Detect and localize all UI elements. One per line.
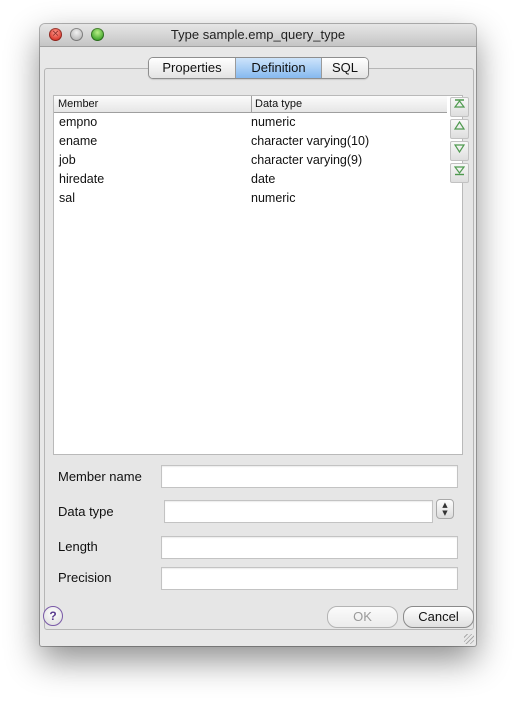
cell-member: job	[59, 153, 76, 167]
column-header-member[interactable]: Member	[54, 96, 252, 112]
move-down-button[interactable]	[450, 141, 469, 161]
length-input[interactable]	[161, 536, 458, 559]
move-up-button[interactable]	[450, 119, 469, 139]
move-top-button[interactable]	[450, 97, 469, 117]
members-table[interactable]: Member Data type empno numeric ename cha…	[53, 95, 463, 455]
resize-grip[interactable]	[464, 634, 474, 644]
move-bottom-icon	[453, 166, 466, 176]
table-row[interactable]: job character varying(9)	[54, 151, 447, 170]
table-row[interactable]: sal numeric	[54, 189, 447, 208]
cell-member: ename	[59, 134, 98, 148]
move-bottom-button[interactable]	[450, 163, 469, 183]
cell-member: sal	[59, 191, 75, 205]
tab-bar: Properties Definition SQL	[148, 57, 369, 79]
data-type-stepper[interactable]: ▲ ▼	[436, 499, 454, 519]
precision-label: Precision	[58, 570, 112, 585]
data-type-label: Data type	[58, 504, 114, 519]
cell-data-type: numeric	[251, 191, 296, 205]
cell-data-type: date	[251, 172, 276, 186]
help-button[interactable]: ?	[43, 606, 63, 626]
tab-definition[interactable]: Definition	[236, 58, 322, 78]
table-body: empno numeric ename character varying(10…	[54, 113, 447, 208]
table-row[interactable]: hiredate date	[54, 170, 447, 189]
tab-properties[interactable]: Properties	[149, 58, 236, 78]
table-row[interactable]: ename character varying(10)	[54, 132, 447, 151]
cell-data-type: character varying(9)	[251, 153, 363, 167]
member-name-input[interactable]	[161, 465, 458, 488]
move-up-icon	[453, 120, 466, 130]
data-type-combo[interactable]	[164, 500, 433, 523]
dialog-window: × Type sample.emp_query_type Properties …	[40, 24, 476, 646]
title-bar: × Type sample.emp_query_type	[40, 24, 476, 47]
window-title: Type sample.emp_query_type	[170, 27, 346, 42]
cell-data-type: character varying(10)	[251, 134, 370, 148]
table-header: Member Data type	[54, 96, 447, 113]
cell-member: empno	[59, 115, 98, 129]
move-top-icon	[453, 99, 466, 108]
cell-data-type: numeric	[251, 115, 296, 129]
ok-button[interactable]: OK	[327, 606, 398, 628]
tab-sql[interactable]: SQL	[322, 58, 368, 78]
cancel-button[interactable]: Cancel	[403, 606, 474, 628]
member-name-label: Member name	[58, 469, 142, 484]
length-label: Length	[58, 539, 98, 554]
precision-input[interactable]	[161, 567, 458, 590]
table-row[interactable]: empno numeric	[54, 113, 447, 132]
cell-member: hiredate	[59, 172, 105, 186]
move-down-icon	[453, 144, 466, 154]
column-header-data-type[interactable]: Data type	[251, 96, 445, 112]
